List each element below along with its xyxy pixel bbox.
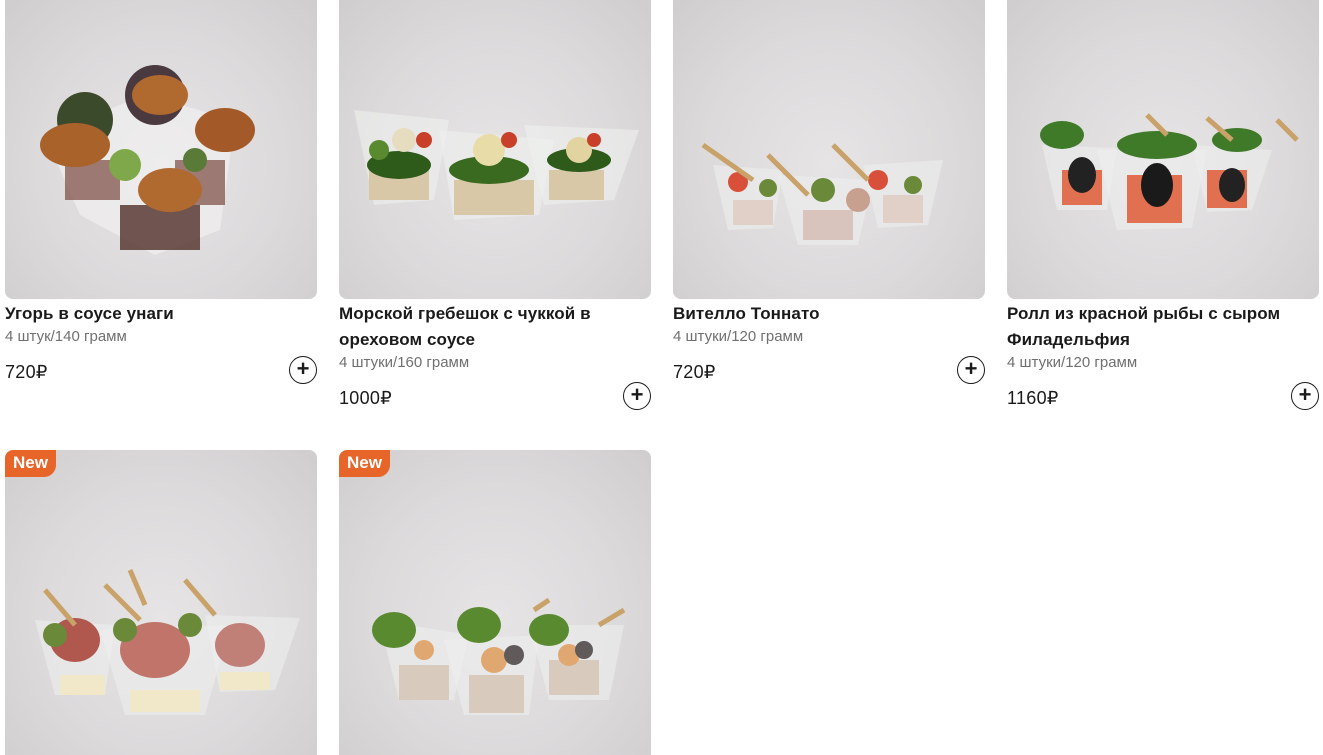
product-weight: 4 штуки/160 грамм — [339, 354, 470, 371]
product-title[interactable]: Угорь в соусе унаги — [5, 301, 317, 327]
add-to-cart-button[interactable]: + — [289, 356, 317, 384]
plus-icon: + — [964, 356, 978, 381]
product-card[interactable]: Ролл из красной рыбы с сыром Филадельфия… — [1007, 0, 1319, 416]
food-image — [35, 569, 300, 715]
product-weight: 4 штуки/120 грамм — [1007, 354, 1138, 371]
product-card[interactable]: Вителло Тоннато 4 штуки/120 грамм 720₽ + — [673, 0, 985, 390]
add-to-cart-button[interactable]: + — [957, 356, 985, 384]
food-image — [354, 110, 639, 220]
food-image — [1040, 113, 1299, 230]
add-to-cart-button[interactable]: + — [1291, 382, 1319, 410]
product-price: 1000₽ — [339, 388, 392, 408]
product-price: 720₽ — [5, 362, 48, 382]
product-title[interactable]: Морской гребешок с чуккой в ореховом соу… — [339, 301, 651, 353]
product-card[interactable]: Морской гребешок с чуккой в ореховом соу… — [339, 0, 651, 416]
product-photo[interactable] — [339, 0, 651, 299]
product-card[interactable]: New — [339, 450, 651, 755]
product-card[interactable]: Угорь в соусе унаги 4 штук/140 грамм 720… — [5, 0, 317, 390]
product-title[interactable]: Вителло Тоннато — [673, 301, 985, 327]
food-image — [701, 142, 943, 245]
product-price: 1160₽ — [1007, 388, 1059, 408]
product-price: 720₽ — [673, 362, 716, 382]
food-image — [372, 597, 626, 715]
product-card[interactable]: New — [5, 450, 317, 755]
add-to-cart-button[interactable]: + — [623, 382, 651, 410]
product-weight: 4 штук/140 грамм — [5, 328, 127, 345]
product-title[interactable]: Ролл из красной рыбы с сыром Филадельфия — [1007, 301, 1319, 353]
product-photo[interactable] — [1007, 0, 1319, 299]
product-weight: 4 штуки/120 грамм — [673, 328, 804, 345]
plus-icon: + — [1298, 382, 1312, 407]
plus-icon: + — [630, 382, 644, 407]
product-photo[interactable]: New — [5, 450, 317, 755]
product-photo[interactable]: New — [339, 450, 651, 755]
plus-icon: + — [296, 356, 310, 381]
product-photo[interactable] — [5, 0, 317, 299]
new-badge: New — [5, 450, 56, 477]
new-badge: New — [339, 450, 390, 477]
product-photo[interactable] — [673, 0, 985, 299]
food-image — [40, 65, 255, 255]
